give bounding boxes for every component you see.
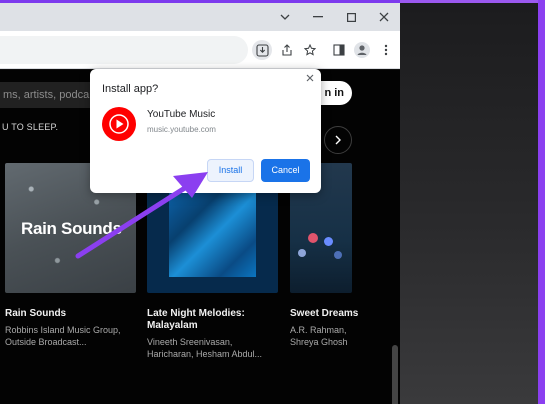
playlist-artists: Haricharan, Hesham Abdul... (147, 349, 263, 359)
browser-window: ms, artists, podca n in U TO SLEEP. Rain… (0, 3, 400, 404)
playlist-title[interactable]: Malayalam (147, 320, 198, 332)
install-app-icon[interactable] (252, 40, 272, 60)
playlist-artists: Vineeth Sreenivasan, (147, 337, 233, 347)
title-bar (0, 3, 400, 31)
maximize-icon[interactable] (334, 3, 368, 31)
minimize-icon[interactable] (301, 3, 335, 31)
search-input[interactable]: ms, artists, podca (0, 82, 100, 108)
address-bar[interactable] (0, 36, 248, 64)
side-panel-icon[interactable] (329, 40, 349, 60)
dialog-title: Install app? (102, 83, 159, 95)
thumbnail-artwork (169, 179, 256, 277)
install-button[interactable]: Install (207, 159, 254, 182)
bokeh-light (308, 233, 318, 243)
carousel-next-button[interactable] (324, 126, 352, 154)
app-name: YouTube Music (147, 109, 216, 120)
chevron-right-icon (335, 135, 341, 145)
thumbnail-title: Rain Sounds (21, 219, 122, 238)
playlist-artists: A.R. Rahman, (290, 325, 347, 335)
chevron-down-icon[interactable] (268, 3, 302, 31)
bokeh-light (324, 237, 333, 246)
playlist-artists: Robbins Island Music Group, (5, 325, 121, 335)
desktop-background (400, 0, 545, 404)
playlist-title[interactable]: Sweet Dreams (290, 308, 358, 320)
section-heading: U TO SLEEP. (2, 122, 59, 132)
bookmark-star-icon[interactable] (300, 40, 320, 60)
share-icon[interactable] (277, 40, 297, 60)
close-icon[interactable] (367, 3, 400, 31)
bokeh-light (298, 249, 306, 257)
playlist-title[interactable]: Rain Sounds (5, 308, 66, 320)
playlist-title[interactable]: Late Night Melodies: (147, 308, 245, 320)
more-menu-icon[interactable] (376, 40, 396, 60)
page-scrollbar[interactable] (392, 345, 398, 404)
app-url: music.youtube.com (147, 125, 216, 134)
playlist-artists: Shreya Ghosh (290, 337, 348, 347)
close-icon[interactable] (304, 73, 316, 85)
profile-icon[interactable] (352, 40, 372, 60)
playlist-artists: Outside Broadcast... (5, 337, 87, 347)
install-app-dialog: Install app? YouTube Music music.youtube… (90, 69, 321, 193)
bokeh-light (334, 251, 342, 259)
cancel-button[interactable]: Cancel (261, 159, 310, 182)
youtube-music-logo-icon (102, 107, 136, 141)
browser-toolbar (0, 31, 400, 69)
desktop-accent-edge (538, 0, 545, 404)
